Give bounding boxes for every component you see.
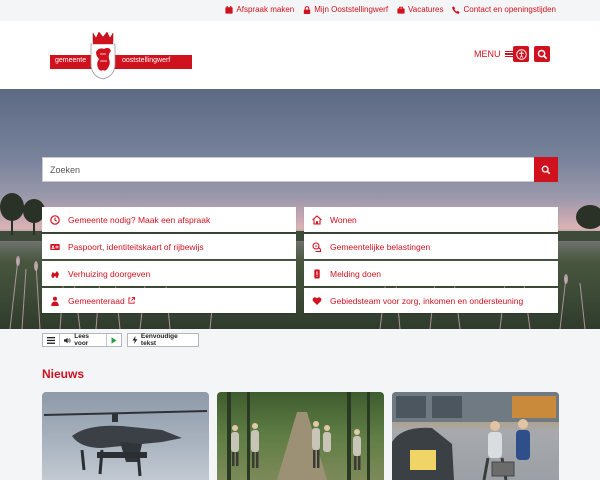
tax-icon bbox=[312, 241, 322, 252]
top-link-label: Afspraak maken bbox=[236, 5, 295, 14]
top-link-afspraak[interactable]: Afspraak maken bbox=[225, 5, 294, 14]
tile-verhuizing[interactable]: Verhuizing doorgeven bbox=[42, 261, 296, 286]
menu-button[interactable]: MENU bbox=[474, 49, 513, 59]
search-bar bbox=[42, 157, 558, 182]
accessibility-icon bbox=[515, 48, 527, 60]
listen-label: Lees voor bbox=[74, 333, 90, 347]
listen-button[interactable]: Lees voor bbox=[60, 333, 107, 347]
forest-walk-image bbox=[227, 392, 370, 480]
house-icon bbox=[312, 214, 322, 225]
news-card-3[interactable] bbox=[392, 392, 559, 480]
tile-label: Paspoort, identiteitskaart of rijbewijs bbox=[68, 241, 204, 252]
tile-afspraak[interactable]: Gemeente nodig? Maak een afspraak bbox=[42, 207, 296, 232]
list-icon bbox=[47, 336, 55, 344]
truck-icon bbox=[51, 270, 59, 278]
news-card-2[interactable] bbox=[217, 392, 384, 480]
top-link-label: Contact en openingstijden bbox=[463, 5, 556, 14]
readspeaker-button[interactable] bbox=[513, 46, 529, 62]
tile-label: Gemeente nodig? Maak een afspraak bbox=[68, 214, 211, 225]
easy-text-segment: Eenvoudige tekst bbox=[128, 333, 198, 347]
easy-text-button[interactable]: Eenvoudige tekst bbox=[127, 333, 199, 347]
tile-label: Verhuizing doorgeven bbox=[68, 268, 151, 279]
briefcase-icon bbox=[397, 6, 405, 14]
tile-belastingen[interactable]: Gemeentelijke belastingen bbox=[304, 234, 558, 259]
tile-paspoort[interactable]: Paspoort, identiteitskaart of rijbewijs bbox=[42, 234, 296, 259]
speaker-icon bbox=[64, 337, 71, 343]
heart-icon bbox=[312, 296, 322, 305]
search-input[interactable] bbox=[43, 158, 533, 181]
search-icon bbox=[537, 49, 547, 59]
tile-melding[interactable]: Melding doen bbox=[304, 261, 558, 286]
tile-label: Wonen bbox=[330, 214, 357, 225]
logo-text-right: ooststellingwerf bbox=[122, 57, 171, 64]
phone-icon bbox=[452, 5, 461, 14]
top-links: Afspraak maken Mijn Ooststellingwerf Vac… bbox=[225, 5, 556, 14]
tile-label: Gebiedsteam voor zorg, inkomen en onders… bbox=[330, 295, 524, 306]
clock-icon bbox=[50, 214, 60, 225]
external-link-icon bbox=[128, 297, 135, 304]
lock-icon bbox=[304, 5, 311, 14]
tile-label: Gemeentelijke belastingen bbox=[330, 241, 431, 252]
lightning-icon bbox=[132, 336, 138, 344]
person-icon bbox=[51, 296, 59, 306]
tile-gebiedsteam[interactable]: Gebiedsteam voor zorg, inkomen en onders… bbox=[304, 288, 558, 313]
helicopter-image bbox=[43, 410, 208, 477]
top-link-label: Vacatures bbox=[408, 5, 444, 14]
site-logo[interactable]: gemeente ooststellingwerf bbox=[50, 30, 192, 80]
crest-icon bbox=[90, 31, 116, 80]
tile-wonen[interactable]: Wonen bbox=[304, 207, 558, 232]
readspeaker-toolbar: Lees voor bbox=[42, 333, 122, 347]
menu-label: MENU bbox=[474, 49, 501, 59]
top-link-mijn[interactable]: Mijn Ooststellingwerf bbox=[303, 5, 388, 14]
search-submit-button[interactable] bbox=[534, 157, 558, 182]
search-icon bbox=[541, 165, 551, 174]
people-car-image bbox=[392, 392, 559, 480]
top-link-vacatures[interactable]: Vacatures bbox=[397, 5, 443, 14]
news-card-1[interactable] bbox=[42, 392, 209, 480]
easy-text-label: Eenvoudige tekst bbox=[140, 333, 178, 347]
tile-gemeenteraad[interactable]: Gemeenteraad bbox=[42, 288, 296, 313]
logo-text-left: gemeente bbox=[55, 57, 87, 64]
news-heading: Nieuws bbox=[42, 367, 85, 381]
play-button[interactable] bbox=[107, 334, 121, 346]
header-search-button[interactable] bbox=[534, 46, 550, 62]
tile-label: Gemeenteraad bbox=[68, 295, 125, 306]
id-card-icon bbox=[50, 243, 60, 250]
phone-report-icon bbox=[314, 269, 320, 278]
readspeaker-menu-button[interactable] bbox=[43, 334, 60, 346]
hamburger-icon bbox=[504, 50, 513, 58]
top-link-contact[interactable]: Contact en openingstijden bbox=[452, 5, 556, 14]
top-utility-bar: Afspraak maken Mijn Ooststellingwerf Vac… bbox=[0, 0, 600, 21]
top-link-label: Mijn Ooststellingwerf bbox=[314, 5, 389, 14]
site-header: gemeente ooststellingwerf MENU bbox=[0, 21, 600, 89]
tile-label: Melding doen bbox=[330, 268, 382, 279]
play-icon bbox=[111, 336, 117, 344]
calendar-icon bbox=[225, 5, 234, 14]
